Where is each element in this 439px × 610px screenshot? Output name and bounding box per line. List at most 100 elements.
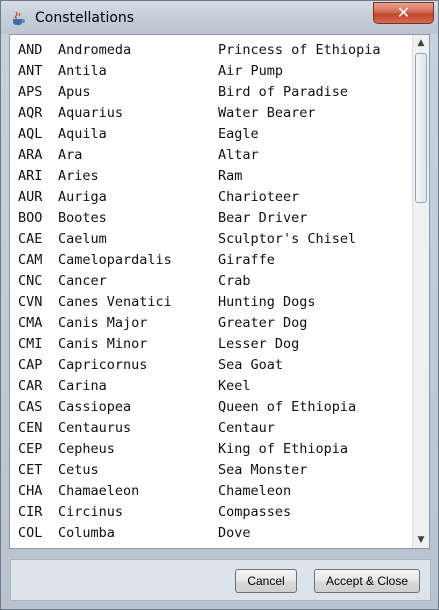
meaning-cell: Sea Monster [218, 462, 308, 478]
name-cell: Canes Venatici [58, 294, 172, 310]
list-item[interactable]: CNC Cancer Crab [10, 271, 412, 292]
meaning-cell: Lesser Dog [218, 336, 300, 352]
meaning-cell: Keel [218, 378, 251, 394]
list-item[interactable]: CAS Cassiopea Queen of Ethiopia [10, 397, 412, 418]
dialog-window: Constellations ✕ AND Andromeda Princess of… [0, 0, 439, 610]
list-item[interactable]: CEN Centaurus Centaur [10, 418, 412, 439]
name-cell: Antila [58, 63, 107, 79]
name-cell: Aries [58, 168, 99, 184]
list-item[interactable]: ARA Ara Altar [10, 145, 412, 166]
list-item[interactable]: CMA Canis Major Greater Dog [10, 313, 412, 334]
meaning-cell: Giraffe [218, 252, 275, 268]
name-cell: Auriga [58, 189, 107, 205]
name-cell: Camelopardalis [58, 252, 172, 268]
name-cell: Canis Minor [58, 336, 148, 352]
meaning-cell: Air Pump [218, 63, 284, 79]
abbreviation-cell: ARA [18, 147, 43, 163]
name-cell: Caelum [58, 231, 107, 247]
name-cell: Capricornus [58, 357, 148, 373]
abbreviation-cell: CAP [18, 357, 43, 373]
name-cell: Aquarius [58, 105, 124, 121]
meaning-cell: Princess of Ethiopia [218, 42, 381, 58]
name-cell: Cancer [58, 273, 107, 289]
java-cup-icon [13, 11, 25, 25]
list-item[interactable]: CET Cetus Sea Monster [10, 460, 412, 481]
meaning-cell: Bird of Paradise [218, 84, 349, 100]
name-cell: Carina [58, 378, 107, 394]
list-item[interactable]: COL Columba Dove [10, 523, 412, 544]
list-item[interactable]: CAM Camelopardalis Giraffe [10, 250, 412, 271]
abbreviation-cell: AUR [18, 189, 43, 205]
abbreviation-cell: CET [18, 462, 43, 478]
list-item[interactable]: CMI Canis Minor Lesser Dog [10, 334, 412, 355]
list-item[interactable]: CAP Capricornus Sea Goat [10, 355, 412, 376]
name-cell: Columba [58, 525, 115, 541]
list-item[interactable]: ARI Aries Ram [10, 166, 412, 187]
meaning-cell: Hunting Dogs [218, 294, 316, 310]
abbreviation-cell: CMA [18, 315, 43, 331]
list-item[interactable]: AUR Auriga Charioteer [10, 187, 412, 208]
meaning-cell: Dove [218, 525, 251, 541]
abbreviation-cell: COL [18, 525, 43, 541]
list-item[interactable]: ANT Antila Air Pump [10, 61, 412, 82]
abbreviation-cell: AQR [18, 105, 43, 121]
meaning-cell: Compasses [218, 504, 292, 520]
meaning-cell: King of Ethiopia [218, 441, 349, 457]
name-cell: Chamaeleon [58, 483, 140, 499]
list-item[interactable]: APS Apus Bird of Paradise [10, 82, 412, 103]
name-cell: Ara [58, 147, 83, 163]
constellation-list[interactable]: AND Andromeda Princess of Ethiopia ANT Antil… [10, 35, 412, 548]
meaning-cell: Queen of Ethiopia [218, 399, 357, 415]
list-item[interactable]: CHA Chamaeleon Chameleon [10, 481, 412, 502]
name-cell: Bootes [58, 210, 107, 226]
abbreviation-cell: AQL [18, 126, 43, 142]
meaning-cell: Crab [218, 273, 251, 289]
name-cell: Canis Major [58, 315, 148, 331]
scroll-thumb[interactable] [415, 53, 427, 203]
list-item[interactable]: CVN Canes Venatici Hunting Dogs [10, 292, 412, 313]
vertical-scrollbar[interactable]: ▲ ▼ [412, 35, 429, 548]
abbreviation-cell: CEP [18, 441, 43, 457]
abbreviation-cell: CVN [18, 294, 43, 310]
abbreviation-cell: APS [18, 84, 43, 100]
list-item[interactable]: CAE Caelum Sculptor's Chisel [10, 229, 412, 250]
name-cell: Aquila [58, 126, 107, 142]
name-cell: Cassiopea [58, 399, 132, 415]
name-cell: Circinus [58, 504, 124, 520]
accept-close-button[interactable]: Accept & Close [314, 569, 420, 593]
name-cell: Centaurus [58, 420, 132, 436]
name-cell: Apus [58, 84, 91, 100]
abbreviation-cell: CAM [18, 252, 43, 268]
meaning-cell: Charioteer [218, 189, 300, 205]
title-bar[interactable]: Constellations ✕ [1, 1, 438, 34]
abbreviation-cell: CEN [18, 420, 43, 436]
cancel-button[interactable]: Cancel [235, 569, 297, 593]
abbreviation-cell: ARI [18, 168, 43, 184]
list-item[interactable]: AQL Aquila Eagle [10, 124, 412, 145]
close-icon: ✕ [396, 3, 411, 22]
abbreviation-cell: CIR [18, 504, 43, 520]
close-button[interactable]: ✕ [373, 2, 434, 24]
name-cell: Cepheus [58, 441, 115, 457]
list-item[interactable]: AQR Aquarius Water Bearer [10, 103, 412, 124]
abbreviation-cell: AND [18, 42, 43, 58]
window-title: Constellations [35, 10, 135, 26]
scroll-down-icon[interactable]: ▼ [413, 532, 429, 548]
abbreviation-cell: CMI [18, 336, 43, 352]
name-cell: Andromeda [58, 42, 132, 58]
list-item[interactable]: AND Andromeda Princess of Ethiopia [10, 40, 412, 61]
abbreviation-cell: ANT [18, 63, 43, 79]
meaning-cell: Greater Dog [218, 315, 308, 331]
abbreviation-cell: CAS [18, 399, 43, 415]
scroll-up-icon[interactable]: ▲ [413, 35, 429, 51]
meaning-cell: Centaur [218, 420, 275, 436]
name-cell: Cetus [58, 462, 99, 478]
list-item[interactable]: CAR Carina Keel [10, 376, 412, 397]
list-item[interactable]: BOO Bootes Bear Driver [10, 208, 412, 229]
list-item[interactable]: CEP Cepheus King of Ethiopia [10, 439, 412, 460]
list-item[interactable]: CIR Circinus Compasses [10, 502, 412, 523]
abbreviation-cell: BOO [18, 210, 43, 226]
meaning-cell: Bear Driver [218, 210, 308, 226]
meaning-cell: Sea Goat [218, 357, 284, 373]
meaning-cell: Eagle [218, 126, 259, 142]
